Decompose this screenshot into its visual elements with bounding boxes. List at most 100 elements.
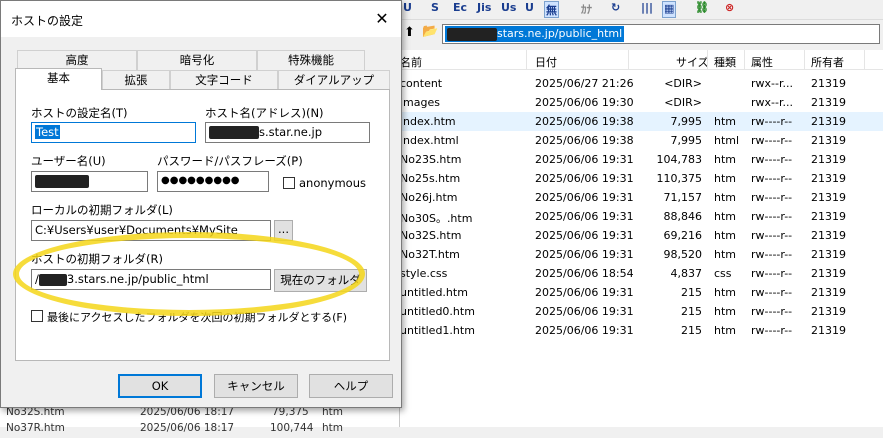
host-setting-name-label: ホストの設定名(T) (31, 106, 128, 120)
folder-up-icon[interactable]: ⬆ (404, 25, 415, 40)
file-attr: rw----r-- (751, 115, 793, 128)
list-view-icon[interactable]: ||| (640, 1, 654, 18)
username-input[interactable] (31, 171, 148, 192)
file-name: index.htm (400, 115, 456, 128)
file-name: index.html (400, 134, 459, 147)
help-button[interactable]: ヘルプ (309, 374, 393, 398)
dialog-titlebar[interactable]: ホストの設定 ✕ (1, 1, 401, 37)
file-row[interactable]: index.html 2025/06/06 19:38 7,995 html rw---… (400, 131, 883, 150)
toolbar-button-no-convert[interactable]: 無 (544, 1, 559, 18)
tab-encryption[interactable]: 暗号化 (137, 50, 257, 70)
file-row[interactable]: No23S.htm 2025/06/06 19:31 104,783 htm rw---… (400, 150, 883, 169)
stop-icon[interactable]: ⊗ (724, 1, 735, 18)
file-size: <DIR> (664, 96, 702, 109)
file-list-header: 名前 日付 サイズ 種類 属性 所有者 (400, 50, 883, 70)
folder-open-icon[interactable]: 📂 (422, 24, 438, 39)
host-setting-name-input[interactable]: Test (31, 122, 196, 143)
file-type: htm (714, 286, 736, 299)
file-date: 2025/06/06 19:31 (535, 153, 634, 166)
tab-dialup[interactable]: ダイアルアップ (278, 70, 390, 90)
password-input[interactable]: ●●●●●●●●● (157, 171, 269, 192)
tab-charset[interactable]: 文字コード (170, 70, 278, 90)
file-row[interactable]: content 2025/06/27 21:26 <DIR> rwx--r... 213… (400, 74, 883, 93)
file-row[interactable]: untitled0.htm 2025/06/06 19:31 215 htm rw---… (400, 302, 883, 321)
remote-file-list[interactable]: 名前 日付 サイズ 種類 属性 所有者 content 2025/06/27 21… (400, 50, 883, 427)
file-owner: 21319 (811, 324, 846, 337)
file-size: 110,375 (656, 172, 703, 185)
file-owner: 21319 (811, 248, 846, 261)
file-date: 2025/06/06 19:31 (535, 172, 634, 185)
column-header-name[interactable]: 名前 (400, 54, 422, 70)
file-owner: 21319 (811, 267, 846, 280)
toolbar-button-euc[interactable]: Ec (452, 1, 468, 18)
tab-extended[interactable]: 拡張 (102, 70, 170, 90)
column-header-size[interactable]: サイズ (676, 54, 709, 70)
anonymous-checkbox[interactable] (283, 177, 295, 189)
tab-special[interactable]: 特殊機能 (257, 50, 365, 70)
column-header-type[interactable]: 種類 (714, 54, 736, 70)
file-date: 2025/06/06 19:31 (535, 324, 634, 337)
toolbar-button-utf8n[interactable]: U (524, 1, 535, 18)
sync-folder-icon[interactable]: ⛓ (694, 1, 710, 18)
ok-button[interactable]: OK (118, 374, 202, 398)
close-icon[interactable]: ✕ (371, 9, 393, 31)
file-type: htm (714, 324, 736, 337)
file-row[interactable]: No32T.htm 2025/06/06 19:31 98,520 htm rw----… (400, 245, 883, 264)
remember-last-folder-checkbox[interactable] (31, 310, 43, 322)
file-date: 2025/06/06 19:31 (535, 210, 634, 223)
file-row[interactable]: images 2025/06/06 19:30 <DIR> rwx--r... 2131… (400, 93, 883, 112)
column-header-date[interactable]: 日付 (535, 54, 557, 70)
column-header-attr[interactable]: 属性 (751, 54, 773, 70)
local-file-date: 2025/06/06 18:17 (140, 422, 235, 434)
local-folder-browse-button[interactable]: ... (274, 220, 293, 241)
file-row[interactable]: untitled1.htm 2025/06/06 19:31 215 htm rw---… (400, 321, 883, 340)
file-row[interactable]: index.htm 2025/06/06 19:38 7,995 htm rw----r… (400, 112, 883, 131)
file-owner: 21319 (811, 229, 846, 242)
detail-view-icon[interactable]: ▦ (662, 1, 677, 18)
file-type: htm (714, 210, 736, 223)
file-name: No32T.htm (400, 248, 460, 261)
file-size: 4,837 (670, 267, 703, 280)
file-type: htm (714, 248, 736, 261)
host-name-input[interactable]: s.star.ne.jp (205, 122, 370, 143)
toolbar-button-utf8[interactable]: Us (500, 1, 517, 18)
toolbar-button-jis[interactable]: Jis (476, 1, 492, 18)
file-row[interactable]: No26j.htm 2025/06/06 19:31 71,157 htm rw----… (400, 188, 883, 207)
file-row[interactable]: No25s.htm 2025/06/06 19:31 110,375 htm rw---… (400, 169, 883, 188)
toolbar-button-u[interactable]: U (402, 1, 413, 18)
local-file-size: 100,744 (270, 422, 314, 434)
anonymous-label: anonymous (299, 176, 366, 190)
remote-path-bar: ⬆ 📂 stars.ne.jp/public_html (400, 20, 883, 48)
toolbar-button-sjis[interactable]: S (430, 1, 440, 18)
file-owner: 21319 (811, 96, 846, 109)
tab-basic[interactable]: 基本 (15, 68, 102, 90)
file-type: htm (714, 153, 736, 166)
remote-path-input[interactable]: stars.ne.jp/public_html (442, 24, 880, 44)
file-owner: 21319 (811, 134, 846, 147)
column-header-owner[interactable]: 所有者 (811, 54, 844, 70)
remember-last-folder-label: 最後にアクセスしたフォルダを次回の初期フォルダとする(F) (47, 311, 348, 324)
file-name: No23S.htm (400, 153, 462, 166)
host-name-label: ホスト名(アドレス)(N) (205, 106, 324, 120)
local-folder-input[interactable]: C:¥Users¥user¥Documents¥MySite (31, 220, 271, 241)
file-name: No30S。.htm (400, 212, 473, 225)
tab-advanced[interactable]: 高度 (17, 50, 137, 70)
cancel-button[interactable]: キャンセル (214, 374, 298, 398)
refresh-icon[interactable]: ↻ (610, 1, 621, 18)
remote-path-selection: stars.ne.jp/public_html (445, 26, 625, 42)
file-row[interactable]: No32S.htm 2025/06/06 19:31 69,216 htm rw----… (400, 226, 883, 245)
host-folder-input[interactable]: /3.stars.ne.jp/public_html (31, 269, 271, 290)
local-file-row[interactable]: No37R.htm 2025/06/06 18:17 100,744 htm (0, 420, 400, 438)
file-owner: 21319 (811, 191, 846, 204)
file-type: htm (714, 229, 736, 242)
file-date: 2025/06/06 19:31 (535, 191, 634, 204)
file-row[interactable]: style.css 2025/06/06 18:54 4,837 css rw----r… (400, 264, 883, 283)
file-size: 7,995 (670, 134, 703, 147)
file-name: untitled.htm (400, 286, 468, 299)
file-type: htm (714, 305, 736, 318)
toolbar-button-kana[interactable]: ｶﾅ (580, 1, 593, 18)
file-size: 215 (681, 305, 702, 318)
current-folder-button[interactable]: 現在のフォルダ (274, 269, 367, 292)
file-row[interactable]: No30S。.htm 2025/06/06 19:31 88,846 htm rw---… (400, 207, 883, 226)
file-row[interactable]: untitled.htm 2025/06/06 19:31 215 htm rw----… (400, 283, 883, 302)
